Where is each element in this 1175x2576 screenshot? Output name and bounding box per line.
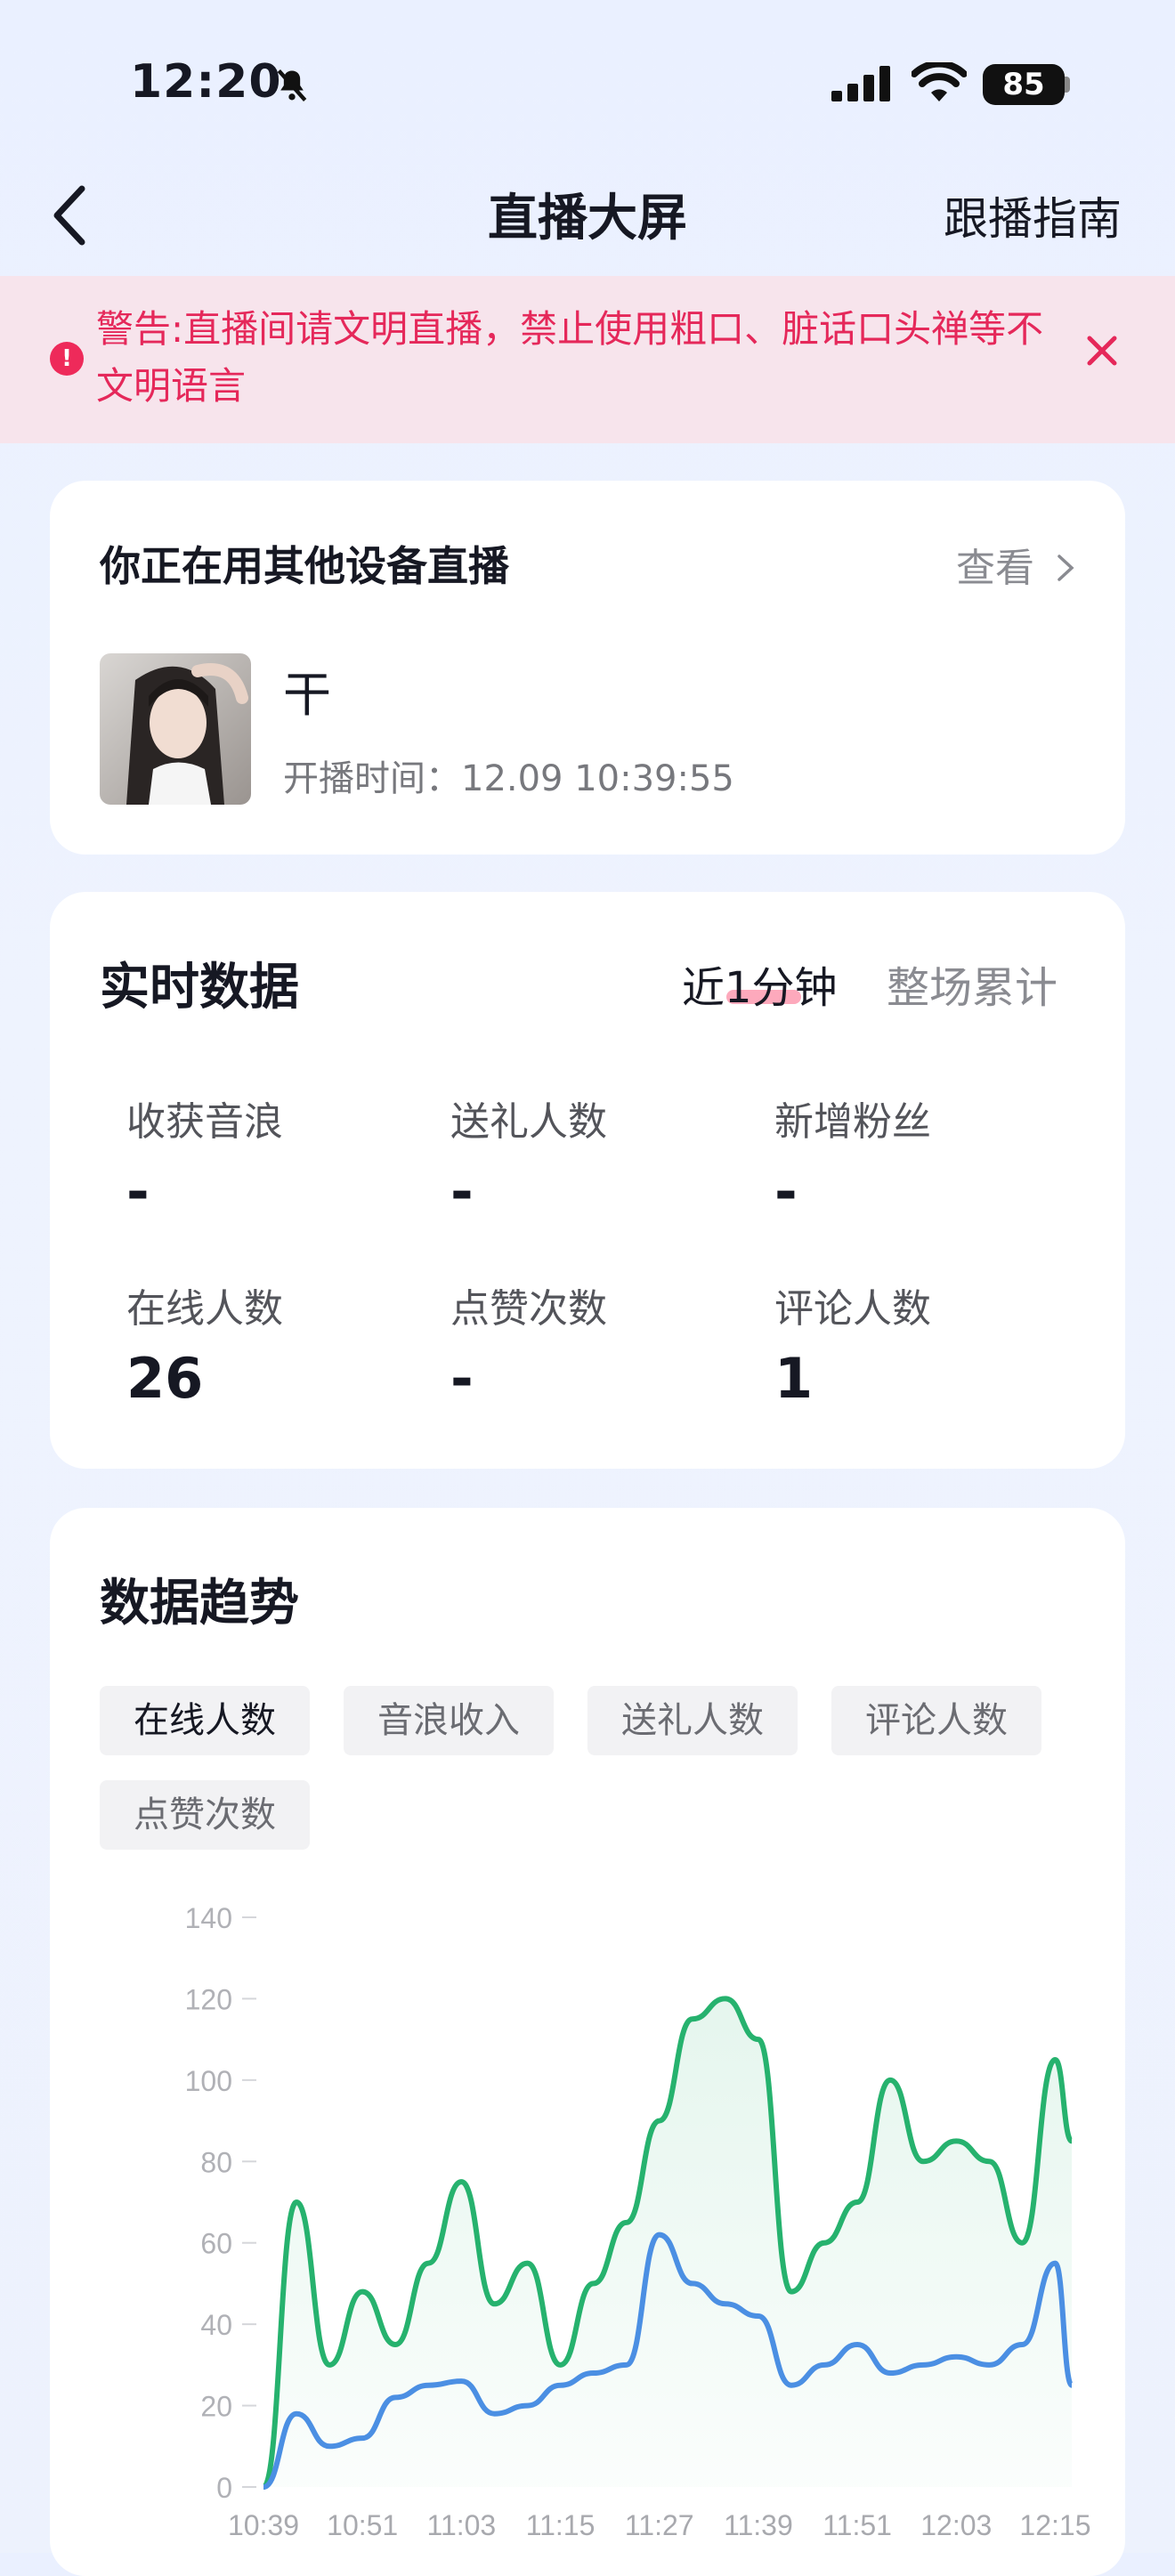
metric-label: 新增粉丝 (774, 1099, 931, 1145)
metric-label: 收获音浪 (126, 1099, 283, 1145)
avatar-photo (100, 653, 251, 805)
status-time: 12:20 (130, 55, 282, 109)
guide-link[interactable]: 跟播指南 (944, 183, 1122, 247)
metric-commenters: 评论人数 1 (774, 1276, 1077, 1411)
wifi-icon (912, 62, 967, 101)
metric-value: - (450, 1159, 474, 1224)
view-link[interactable]: 查看 (956, 536, 1075, 593)
y-tick-label: 20 (200, 2391, 232, 2423)
metric-label: 点赞次数 (450, 1286, 607, 1332)
x-tick-label: 10:39 (228, 2509, 299, 2541)
metric-likes: 点赞次数 - (450, 1276, 753, 1411)
metric-value: - (450, 1346, 474, 1411)
status-bar: 12:20 85 (0, 0, 1175, 169)
y-tick-label: 100 (185, 2065, 232, 2097)
chip-commenters[interactable]: 评论人数 (831, 1686, 1041, 1755)
battery-tip (1065, 77, 1070, 93)
streamer-name: 干 (283, 667, 331, 723)
x-tick-label: 11:27 (625, 2509, 694, 2541)
close-icon[interactable] (1084, 333, 1120, 369)
x-tick-label: 11:15 (526, 2509, 596, 2541)
other-device-card: 你正在用其他设备直播 查看 干 开播时间：12.09 10:39:55 (50, 481, 1125, 855)
y-tick-label: 0 (216, 2472, 232, 2504)
battery-icon: 85 (983, 64, 1065, 105)
tab-last-minute[interactable]: 近1分钟 (682, 952, 838, 1015)
metric-value: 1 (774, 1346, 814, 1411)
y-tick-label: 40 (200, 2309, 232, 2341)
trend-chart: 020406080100120140 10:39 10:51 11:03 11:15 1… (185, 1902, 1091, 2541)
y-tick-label: 60 (200, 2228, 232, 2260)
metric-new-fans: 新增粉丝 - (774, 1090, 1077, 1224)
x-axis: 10:39 10:51 11:03 11:15 11:27 11:39 11:51 12:03… (228, 2509, 1091, 2541)
chip-likes[interactable]: 点赞次数 (100, 1780, 310, 1850)
metric-gift-income: 收获音浪 - (126, 1090, 429, 1224)
y-axis: 0 20 40 60 80 100 120 140 (185, 1902, 256, 2504)
series-layer (261, 1996, 1074, 2490)
x-tick-label: 12:03 (920, 2509, 992, 2541)
metric-online-users: 在线人数 26 (126, 1276, 429, 1411)
trend-card: 数据趋势 在线人数 音浪收入 送礼人数 评论人数 点赞次数 0 20 40 60 80 1… (50, 1508, 1125, 2576)
avatar[interactable] (100, 653, 251, 805)
start-time: 开播时间：12.09 10:39:55 (283, 758, 734, 799)
realtime-data-card: 实时数据 近1分钟 整场累计 收获音浪 - 送礼人数 - 新增粉丝 - 在线人数… (50, 892, 1125, 1469)
chip-gift-senders[interactable]: 送礼人数 (588, 1686, 798, 1755)
warning-banner: ! 警告:直播间请文明直播，禁止使用粗口、脏话口头禅等不文明语言 (0, 276, 1175, 443)
nav-bar: 直播大屏 跟播指南 (0, 160, 1175, 276)
chevron-right-icon (1058, 555, 1074, 581)
metric-value: - (774, 1159, 798, 1224)
tab-total[interactable]: 整场累计 (887, 952, 1058, 1015)
bell-muted-icon (277, 69, 307, 101)
x-tick-label: 11:39 (724, 2509, 793, 2541)
realtime-title: 实时数据 (100, 959, 299, 1017)
metric-value: - (126, 1159, 150, 1224)
view-label: 查看 (956, 546, 1034, 591)
warning-icon: ! (50, 342, 84, 376)
y-tick-label: 120 (185, 1983, 232, 2015)
trend-title: 数据趋势 (100, 1575, 299, 1632)
x-tick-label: 11:51 (822, 2509, 892, 2541)
chip-online-users[interactable]: 在线人数 (100, 1686, 310, 1755)
signal-icon (831, 66, 890, 101)
metric-value: 26 (126, 1346, 204, 1411)
x-tick-label: 12:15 (1019, 2509, 1090, 2541)
metric-label: 送礼人数 (450, 1099, 607, 1145)
metric-label: 评论人数 (774, 1286, 931, 1332)
y-tick-label: 80 (200, 2146, 232, 2178)
chip-gift-income[interactable]: 音浪收入 (344, 1686, 554, 1755)
metric-gift-senders: 送礼人数 - (450, 1090, 753, 1224)
x-tick-label: 11:03 (427, 2509, 497, 2541)
other-device-title: 你正在用其他设备直播 (100, 542, 509, 590)
metric-label: 在线人数 (126, 1286, 283, 1332)
y-tick-label: 140 (185, 1902, 232, 1934)
x-tick-label: 10:51 (327, 2509, 398, 2541)
warning-text: 警告:直播间请文明直播，禁止使用粗口、脏话口头禅等不文明语言 (96, 307, 1044, 408)
